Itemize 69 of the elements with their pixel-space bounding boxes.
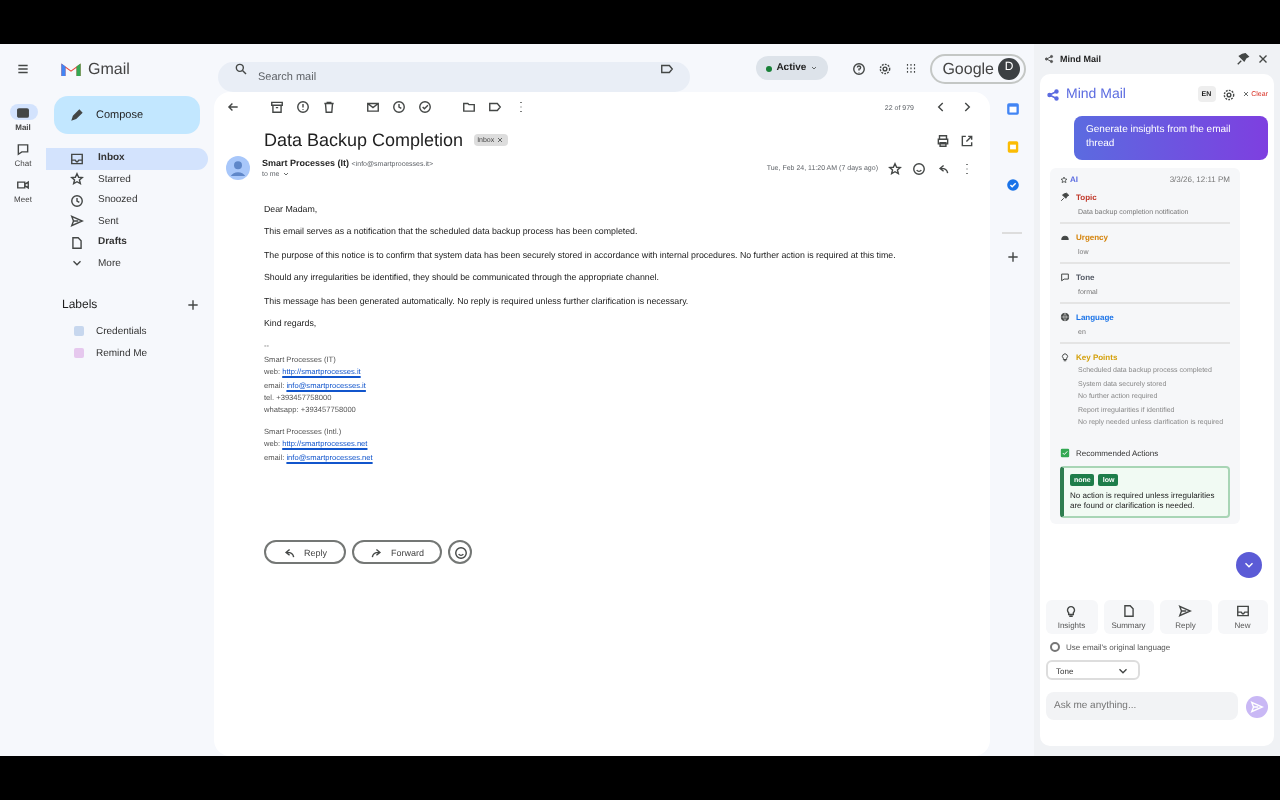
tasks-icon bbox=[1005, 178, 1019, 192]
forward-icon bbox=[369, 545, 384, 559]
close-icon bbox=[1256, 52, 1270, 66]
check-circle-icon bbox=[418, 100, 432, 114]
pin-icon bbox=[1060, 192, 1070, 202]
send-icon bbox=[1250, 699, 1264, 713]
add-icon bbox=[1005, 250, 1019, 264]
chevron-icon bbox=[70, 256, 84, 271]
trash-icon bbox=[322, 100, 336, 114]
email-subject: Data Backup Completion bbox=[264, 130, 464, 150]
clock-icon bbox=[70, 193, 84, 208]
check-icon bbox=[1060, 447, 1070, 458]
chevron-icon bbox=[1116, 663, 1130, 677]
bulb-icon bbox=[1064, 604, 1079, 618]
inbox-icon bbox=[1235, 604, 1250, 618]
filter-icon bbox=[660, 61, 674, 75]
settings-icon bbox=[1221, 87, 1236, 101]
next-icon bbox=[960, 100, 974, 114]
emoji-icon bbox=[912, 161, 926, 175]
checkbox[interactable] bbox=[1050, 642, 1060, 652]
logo-icon bbox=[1044, 54, 1054, 64]
bulb-icon bbox=[1060, 352, 1070, 362]
avatar-icon bbox=[226, 156, 250, 180]
app-name: Gmail bbox=[88, 59, 130, 77]
add-icon bbox=[186, 298, 200, 312]
gauge-icon bbox=[1060, 232, 1070, 242]
star-icon bbox=[70, 172, 84, 187]
gmail-logo-icon bbox=[60, 59, 82, 77]
emoji-icon bbox=[453, 545, 468, 559]
calendar-icon bbox=[1005, 102, 1019, 116]
popout-icon bbox=[960, 133, 974, 147]
star-icon bbox=[888, 161, 902, 175]
search-icon bbox=[234, 61, 248, 75]
settings-icon bbox=[878, 61, 893, 75]
reply-icon bbox=[936, 161, 950, 175]
speech-bubble-icon bbox=[1060, 272, 1070, 282]
folder-icon bbox=[462, 100, 476, 114]
file-icon bbox=[1121, 604, 1136, 618]
label-icon bbox=[488, 100, 502, 114]
send-icon bbox=[1178, 604, 1193, 618]
more-icon bbox=[514, 100, 528, 114]
more-icon bbox=[960, 161, 974, 175]
emoji-button[interactable] bbox=[448, 540, 473, 564]
scroll-down-button[interactable] bbox=[1236, 552, 1262, 578]
previous-icon bbox=[934, 100, 948, 114]
file-icon bbox=[70, 235, 84, 250]
report-icon bbox=[296, 100, 310, 114]
pencil-icon bbox=[70, 108, 84, 122]
clock-icon bbox=[392, 100, 406, 114]
notes-icon bbox=[1005, 140, 1019, 154]
chat-icon bbox=[16, 141, 30, 155]
chevron-icon bbox=[1242, 558, 1256, 572]
inbox-icon bbox=[70, 151, 84, 166]
reply-icon bbox=[282, 545, 296, 559]
envelope-icon bbox=[366, 100, 380, 114]
logo-icon bbox=[1046, 87, 1060, 101]
globe-icon bbox=[1060, 312, 1070, 322]
print-icon bbox=[936, 133, 950, 147]
back-icon bbox=[226, 100, 240, 114]
send-icon bbox=[70, 214, 84, 229]
pin-icon bbox=[1236, 52, 1250, 66]
archive-icon bbox=[270, 100, 284, 114]
sparkle-icon bbox=[1060, 175, 1068, 183]
close-icon bbox=[496, 136, 505, 144]
help-icon bbox=[852, 61, 867, 75]
menu-icon bbox=[16, 61, 30, 75]
mail-icon bbox=[16, 105, 30, 119]
video-icon bbox=[16, 177, 30, 191]
apps-icon bbox=[904, 61, 919, 75]
